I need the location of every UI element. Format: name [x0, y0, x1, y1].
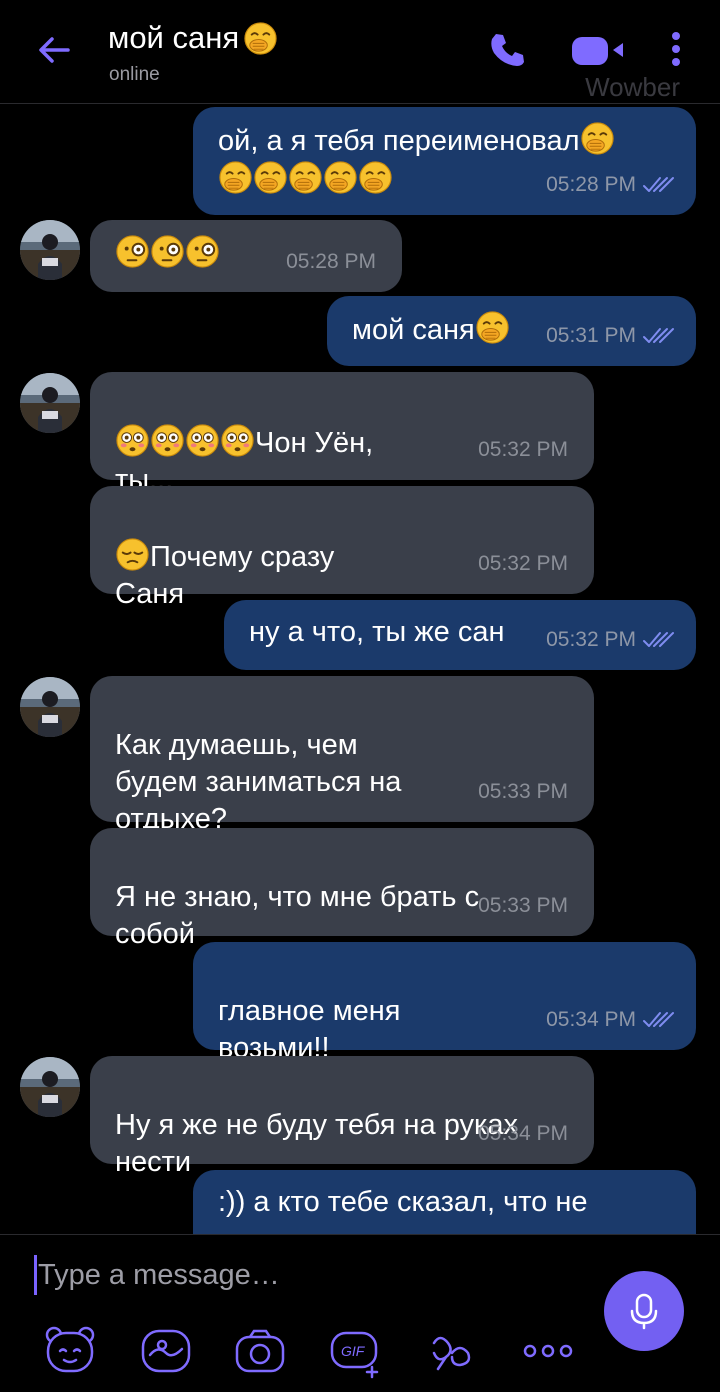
doodle-icon[interactable] [138, 1323, 194, 1379]
contact-name[interactable]: мой саня [108, 20, 278, 56]
message-bubble-incoming[interactable]: Как думаешь, чем будем заниматься на отд… [90, 676, 594, 835]
monocle-face-emoji-icon [185, 234, 220, 269]
message-text: :)) а кто тебе сказал, что не [218, 1186, 588, 1218]
phone-icon[interactable] [486, 28, 530, 72]
message-meta: 05:31 PM [546, 317, 676, 354]
message-meta: 05:28 PM [286, 243, 376, 280]
message-meta: 05:34 PM [478, 1115, 568, 1152]
chat-header: мой саня online Wowber [0, 0, 720, 104]
message-meta: 05:32 PM [546, 621, 676, 658]
monocle-face-emoji-icon [115, 234, 150, 269]
flushed-face-emoji-icon [115, 423, 150, 458]
avatar[interactable] [20, 220, 80, 280]
gif-icon[interactable]: GIF [328, 1323, 384, 1379]
message-time: 05:32 PM [478, 438, 568, 461]
message-bubble-outgoing[interactable]: главное меня возьми!! 05:34 PM [193, 942, 696, 1064]
message-meta: 05:33 PM [478, 887, 568, 924]
read-ticks-icon [642, 1011, 676, 1029]
message-bubble-incoming[interactable]: Чон Уён, ты... 05:32 PM [90, 372, 594, 496]
message-bubble-outgoing[interactable]: ой, а я тебя переименовал 05:28 PM [193, 107, 696, 215]
message-time: 05:33 PM [478, 894, 568, 917]
hand-over-mouth-emoji-icon [253, 160, 288, 195]
message-bubble-outgoing[interactable]: :)) а кто тебе сказал, что не [193, 1170, 696, 1234]
message-meta: 05:34 PM [546, 1001, 676, 1038]
message-input[interactable] [38, 1253, 558, 1297]
message-meta: 05:32 PM [478, 545, 568, 582]
back-arrow-icon[interactable] [34, 30, 74, 70]
flushed-face-emoji-icon [185, 423, 220, 458]
message-meta: 05:33 PM [478, 773, 568, 810]
read-ticks-icon [642, 176, 676, 194]
avatar-image [20, 1057, 80, 1117]
pensive-face-emoji-icon [115, 537, 150, 572]
more-apps-icon[interactable] [424, 1323, 480, 1379]
monocle-face-emoji-icon [150, 234, 185, 269]
camera-icon[interactable] [232, 1323, 288, 1379]
flushed-face-emoji-icon [150, 423, 185, 458]
read-ticks-icon [642, 631, 676, 649]
hand-over-mouth-emoji-icon [323, 160, 358, 195]
hand-over-mouth-emoji-icon [580, 121, 615, 156]
avatar-image [20, 220, 80, 280]
svg-text:GIF: GIF [341, 1343, 366, 1359]
hand-over-mouth-emoji-icon [243, 21, 278, 56]
hand-over-mouth-emoji-icon [288, 160, 323, 195]
message-bubble-incoming[interactable]: Я не знаю, что мне брать с собой 05:33 P… [90, 828, 594, 950]
sticker-bear-icon[interactable] [42, 1323, 98, 1379]
avatar-image [20, 373, 80, 433]
avatar[interactable] [20, 373, 80, 433]
message-meta: 05:32 PM [478, 431, 568, 468]
avatar-image [20, 677, 80, 737]
message-bubble-outgoing[interactable]: ну а что, ты же сан 05:32 PM [224, 600, 696, 670]
message-time: 05:34 PM [546, 1008, 636, 1031]
message-time: 05:34 PM [478, 1122, 568, 1145]
avatar[interactable] [20, 1057, 80, 1117]
message-time: 05:32 PM [546, 628, 636, 651]
message-text: ой, а я тебя переименовал [218, 121, 674, 160]
more-vert-icon[interactable] [654, 28, 698, 72]
message-bubble-incoming[interactable]: Почему сразу Саня 05:32 PM [90, 486, 594, 610]
message-time: 05:31 PM [546, 324, 636, 347]
more-dots-icon[interactable] [520, 1323, 576, 1379]
hand-over-mouth-emoji-icon [358, 160, 393, 195]
online-status: online [109, 64, 160, 85]
message-meta: 05:28 PM [546, 166, 676, 203]
voice-message-button[interactable] [604, 1271, 684, 1351]
message-list[interactable]: ой, а я тебя переименовал 05:28 PM 05:28… [0, 105, 720, 1234]
message-composer: GIF [0, 1234, 720, 1392]
watermark: Wowber [585, 72, 680, 102]
message-time: 05:28 PM [286, 250, 376, 273]
avatar[interactable] [20, 677, 80, 737]
message-bubble-outgoing[interactable]: мой саня 05:31 PM [327, 296, 696, 366]
message-bubble-incoming[interactable]: Ну я же не буду тебя на руках нести 05:3… [90, 1056, 594, 1178]
text-caret [34, 1255, 37, 1295]
message-time: 05:33 PM [478, 780, 568, 803]
microphone-icon [630, 1293, 658, 1330]
video-icon[interactable] [570, 28, 628, 72]
hand-over-mouth-emoji-icon [218, 160, 253, 195]
contact-name-text: мой саня [108, 20, 240, 55]
message-time: 05:28 PM [546, 173, 636, 196]
read-ticks-icon [642, 327, 676, 345]
message-time: 05:32 PM [478, 552, 568, 575]
hand-over-mouth-emoji-icon [475, 310, 510, 345]
message-bubble-incoming[interactable]: 05:28 PM [90, 220, 402, 292]
flushed-face-emoji-icon [220, 423, 255, 458]
